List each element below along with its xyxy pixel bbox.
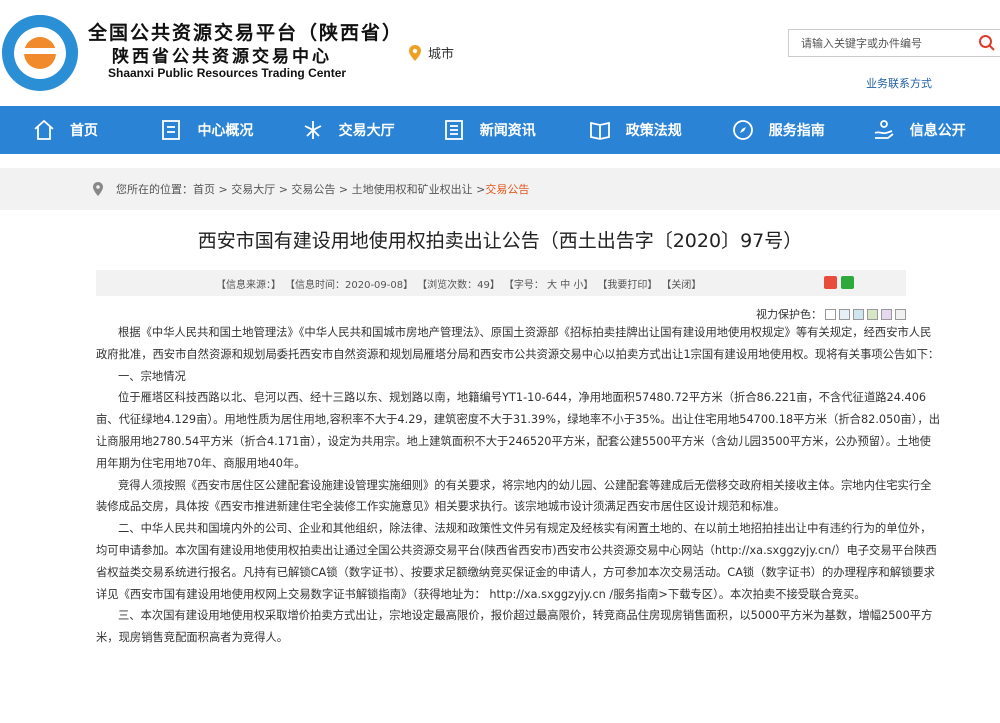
info-views: 【浏览次数：49】 <box>417 279 500 291</box>
print-link[interactable]: 【我要打印】 <box>597 276 657 291</box>
site-title-en: Shaanxi Public Resources Trading Center <box>108 66 347 80</box>
weibo-icon[interactable] <box>824 276 837 289</box>
search-input[interactable] <box>789 30 959 56</box>
nav-label: 信息公开 <box>909 123 966 139</box>
logo-icon <box>2 15 78 91</box>
nav-label: 首页 <box>70 123 98 139</box>
wechat-icon[interactable] <box>841 276 854 289</box>
color-swatch[interactable] <box>895 308 906 320</box>
article-title: 西安市国有建设用地使用权拍卖出让公告（西土出告字〔2020〕97号） <box>197 230 803 252</box>
hand-icon <box>874 120 894 139</box>
info-font-size[interactable]: 【字号： 大 中 小】 <box>504 276 594 291</box>
book-icon <box>589 121 610 140</box>
color-swatch[interactable] <box>881 308 892 320</box>
city-selector[interactable]: 城市 <box>408 43 454 62</box>
hall-icon <box>304 121 322 139</box>
share-icons <box>824 276 854 289</box>
search-box <box>788 29 1000 57</box>
article-info-bar: 【信息来源：】 【信息时间：2020-09-08】 【浏览次数：49】 【字号：… <box>96 270 906 296</box>
breadcrumb-current[interactable]: 交易公告 <box>485 181 529 197</box>
nav-trading-hall[interactable]: 交易大厅 <box>301 106 442 154</box>
article-body: 根据《中华人民共和国土地管理法》《中华人民共和国城市房地产管理法》、原国土资源部… <box>96 322 942 649</box>
business-contact-link[interactable]: 业务联系方式 <box>866 75 932 91</box>
news-icon <box>444 120 463 140</box>
breadcrumb: 您所在的位置： 首页 > 交易大厅 > 交易公告 > 土地使用权和矿业权出让 >… <box>0 168 1000 210</box>
paragraph: 一、宗地情况 <box>118 369 186 383</box>
compass-icon <box>732 120 753 140</box>
color-swatch[interactable] <box>839 308 850 320</box>
color-swatch[interactable] <box>867 308 878 320</box>
eye-protection-label: 视力保护色： <box>756 308 822 321</box>
location-pin-icon <box>409 44 421 61</box>
home-icon <box>34 119 54 140</box>
search-icon[interactable] <box>978 34 996 52</box>
nav-service-guide[interactable]: 服务指南 <box>731 106 872 154</box>
document-icon <box>162 120 181 140</box>
city-label: 城市 <box>428 47 455 62</box>
nav-label: 政策法规 <box>625 123 682 139</box>
nav-label: 中心概况 <box>197 123 254 139</box>
paragraph: 三、本次国有建设用地使用权采取增价拍卖方式出让，宗地设定最高限价，报价超过最高限… <box>96 609 933 645</box>
color-swatch[interactable] <box>853 308 864 320</box>
info-source: 【信息来源：】 <box>216 279 281 291</box>
nav-label: 新闻资讯 <box>479 123 536 139</box>
nav-home[interactable]: 首页 <box>32 106 144 154</box>
color-swatch[interactable] <box>825 308 836 320</box>
paragraph: 二、中华人民共和国境内外的公司、企业和其他组织，除法律、法规和政策性文件另有规定… <box>96 522 937 601</box>
nav-disclosure[interactable]: 信息公开 <box>872 106 1000 154</box>
main-nav: 首页 中心概况 交易大厅 新闻资讯 政策法规 服务指南 信息公开 <box>0 106 1000 154</box>
paragraph: 竞得人须按照《西安市居住区公建配套设施建设管理实施细则》的有关要求，将宗地内的幼… <box>96 478 932 514</box>
location-pin-icon <box>93 182 103 196</box>
paragraph: 根据《中华人民共和国土地管理法》《中华人民共和国城市房地产管理法》、原国土资源部… <box>96 326 940 361</box>
site-subtitle: 陕西省公共资源交易中心 <box>112 47 332 67</box>
breadcrumb-prefix: 您所在的位置： <box>116 183 193 196</box>
info-time: 【信息时间：2020-09-08】 <box>285 279 414 291</box>
breadcrumb-path[interactable]: 首页 > 交易大厅 > 交易公告 > 土地使用权和矿业权出让 > <box>193 181 485 197</box>
header: 全国公共资源交易平台（陕西省） 陕西省公共资源交易中心 Shaanxi Publ… <box>0 0 1000 106</box>
nav-label: 交易大厅 <box>338 123 395 139</box>
eye-protection: 视力保护色： <box>756 306 906 322</box>
nav-news[interactable]: 新闻资讯 <box>442 106 588 154</box>
paragraph: 位于雁塔区科技西路以北、皂河以西、经十三路以东、规划路以南，地籍编号YT1-10… <box>96 391 941 470</box>
site-title: 全国公共资源交易平台（陕西省） <box>88 22 404 44</box>
nav-label: 服务指南 <box>768 123 825 139</box>
nav-policy[interactable]: 政策法规 <box>588 106 731 154</box>
nav-about[interactable]: 中心概况 <box>159 106 287 154</box>
close-link[interactable]: 【关闭】 <box>661 276 701 291</box>
